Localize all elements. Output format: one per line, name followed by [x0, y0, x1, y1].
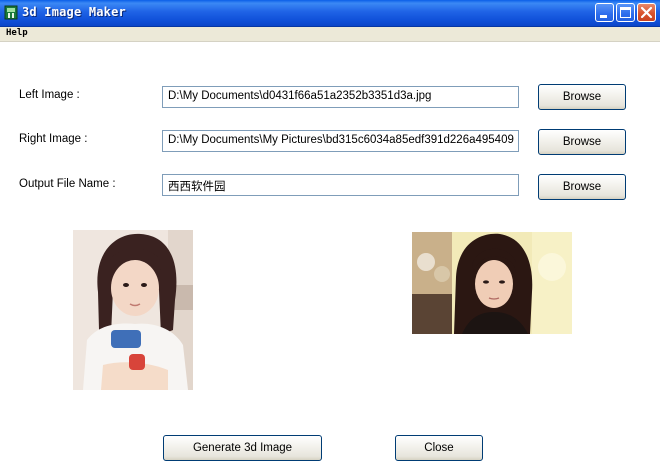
left-image-path-field[interactable]: D:\My Documents\d0431f66a51a2352b3351d3a… [162, 86, 519, 108]
title-bar[interactable]: 3d Image Maker [0, 0, 660, 27]
menu-bar: Help [0, 27, 660, 42]
left-image-label: Left Image : [19, 89, 80, 101]
right-image-label: Right Image : [19, 133, 88, 145]
browse-output-button[interactable]: Browse [538, 174, 626, 200]
window-title: 3d Image Maker [22, 5, 126, 19]
left-image-preview [73, 230, 193, 390]
output-file-name-label: Output File Name : [19, 178, 116, 190]
right-image-path-field[interactable]: D:\My Documents\My Pictures\bd315c6034a8… [162, 130, 519, 152]
maximize-button[interactable] [616, 3, 635, 22]
right-image-preview [412, 232, 572, 334]
generate-3d-image-button[interactable]: Generate 3d Image [163, 435, 322, 461]
close-icon [640, 6, 653, 19]
close-window-button[interactable] [637, 3, 656, 22]
minimize-button[interactable] [595, 3, 614, 22]
browse-left-button[interactable]: Browse [538, 84, 626, 110]
close-button[interactable]: Close [395, 435, 483, 461]
menu-item-help[interactable]: Help [6, 28, 28, 38]
output-file-name-field[interactable]: 西西软件园 [162, 174, 519, 196]
browse-right-button[interactable]: Browse [538, 129, 626, 155]
maximize-icon [620, 7, 631, 18]
app-icon [4, 5, 18, 20]
minimize-icon [600, 15, 607, 18]
